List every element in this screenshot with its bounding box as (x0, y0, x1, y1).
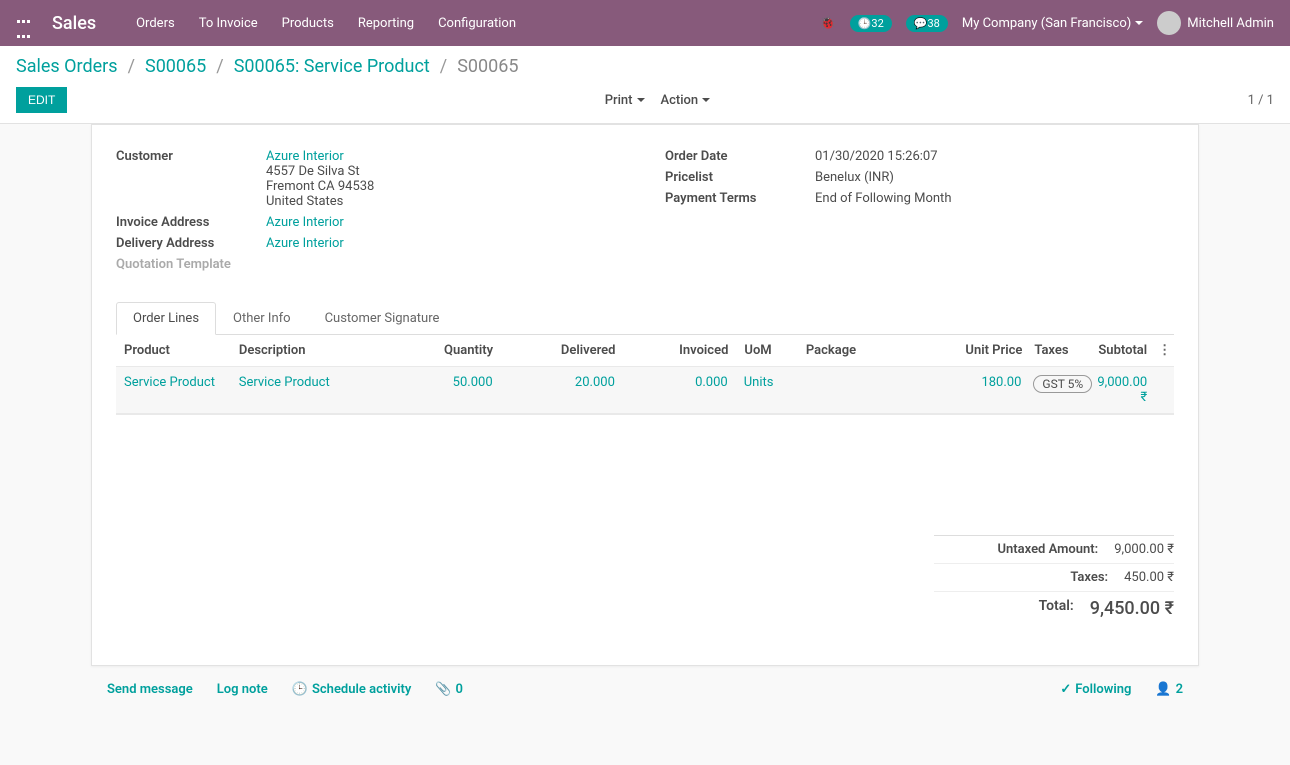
col-unit-price: Unit Price (900, 343, 1022, 358)
edit-button[interactable]: EDIT (16, 87, 67, 113)
delivery-address-label: Delivery Address (116, 236, 266, 251)
col-invoiced: Invoiced (615, 343, 728, 358)
customer-label: Customer (116, 149, 266, 164)
line-subtotal: 9,000.00 ₹ (1097, 375, 1155, 405)
address-line: Fremont CA 94538 (266, 179, 625, 194)
line-uom[interactable]: Units (728, 375, 785, 405)
chevron-down-icon (637, 98, 645, 102)
col-delivered: Delivered (493, 343, 615, 358)
apps-icon[interactable] (16, 13, 36, 33)
line-invoiced[interactable]: 0.000 (615, 375, 728, 405)
log-note-button[interactable]: Log note (217, 682, 268, 697)
chevron-down-icon (1135, 21, 1143, 25)
col-uom: UoM (728, 343, 785, 358)
pricelist-label: Pricelist (665, 170, 815, 185)
menu-configuration[interactable]: Configuration (438, 16, 516, 31)
col-description: Description (239, 343, 380, 358)
menu-to-invoice[interactable]: To Invoice (199, 16, 258, 31)
quotation-template-label: Quotation Template (116, 257, 266, 272)
activities-count: 32 (871, 17, 883, 30)
total-value: 9,450.00 ₹ (1090, 598, 1174, 619)
menu-reporting[interactable]: Reporting (358, 16, 414, 31)
kebab-icon[interactable]: ⋮ (1155, 343, 1174, 358)
menu-products[interactable]: Products (282, 16, 334, 31)
customer-link[interactable]: Azure Interior (266, 149, 344, 164)
untaxed-value: 9,000.00 ₹ (1114, 542, 1174, 557)
pricelist-value: Benelux (INR) (815, 170, 1174, 185)
taxes-value: 450.00 ₹ (1124, 570, 1174, 585)
col-taxes: Taxes (1022, 343, 1098, 358)
untaxed-label: Untaxed Amount: (934, 542, 1114, 557)
crumb-order[interactable]: S00065 (145, 56, 206, 77)
line-product-link[interactable]: Service Product (124, 375, 215, 390)
messages-badge[interactable]: 💬 38 (906, 15, 948, 32)
following-button[interactable]: ✓ Following (1060, 682, 1131, 697)
followers-button[interactable]: 👤 2 (1155, 682, 1183, 697)
action-dropdown[interactable]: Action (661, 93, 711, 108)
address-line: 4557 De Silva St (266, 164, 625, 179)
schedule-activity-button[interactable]: 🕒 Schedule activity (292, 682, 412, 697)
attachments-button[interactable]: 📎 0 (435, 682, 463, 697)
address-line: United States (266, 194, 625, 209)
tax-tag: GST 5% (1033, 375, 1092, 393)
table-row[interactable]: Service Product Service Product 50.000 2… (116, 367, 1174, 414)
tab-customer-signature[interactable]: Customer Signature (308, 302, 457, 334)
debug-icon[interactable]: 🐞 (820, 16, 836, 31)
invoice-address-label: Invoice Address (116, 215, 266, 230)
company-selector[interactable]: My Company (San Francisco) (962, 16, 1143, 31)
user-menu[interactable]: Mitchell Admin (1157, 11, 1274, 35)
print-dropdown[interactable]: Print (605, 93, 645, 108)
col-product: Product (116, 343, 239, 358)
line-quantity[interactable]: 50.000 (380, 375, 493, 405)
invoice-address-link[interactable]: Azure Interior (266, 215, 344, 230)
pager[interactable]: 1 / 1 (1248, 93, 1274, 108)
col-subtotal: Subtotal (1098, 343, 1155, 358)
app-brand: Sales (52, 13, 96, 34)
line-description[interactable]: Service Product (239, 375, 330, 390)
line-unit-price[interactable]: 180.00 (899, 375, 1021, 405)
messages-count: 38 (927, 17, 939, 30)
crumb-sales-orders[interactable]: Sales Orders (16, 56, 118, 77)
line-package (785, 375, 899, 405)
breadcrumb: Sales Orders / S00065 / S00065: Service … (16, 56, 1274, 77)
crumb-service-product[interactable]: S00065: Service Product (234, 56, 430, 77)
payment-terms-value: End of Following Month (815, 191, 1174, 206)
col-package: Package (786, 343, 900, 358)
activities-badge[interactable]: 🕒 32 (850, 15, 892, 32)
tab-other-info[interactable]: Other Info (216, 302, 308, 334)
crumb-active: S00065 (457, 56, 518, 77)
menu-orders[interactable]: Orders (136, 16, 175, 31)
payment-terms-label: Payment Terms (665, 191, 815, 206)
order-date-value: 01/30/2020 15:26:07 (815, 149, 1174, 164)
order-date-label: Order Date (665, 149, 815, 164)
taxes-label: Taxes: (934, 570, 1124, 585)
col-quantity: Quantity (380, 343, 493, 358)
avatar (1157, 11, 1181, 35)
line-delivered[interactable]: 20.000 (493, 375, 615, 405)
total-label: Total: (934, 598, 1090, 619)
delivery-address-link[interactable]: Azure Interior (266, 236, 344, 251)
tab-order-lines[interactable]: Order Lines (116, 302, 216, 335)
send-message-button[interactable]: Send message (107, 682, 193, 697)
chevron-down-icon (702, 98, 710, 102)
